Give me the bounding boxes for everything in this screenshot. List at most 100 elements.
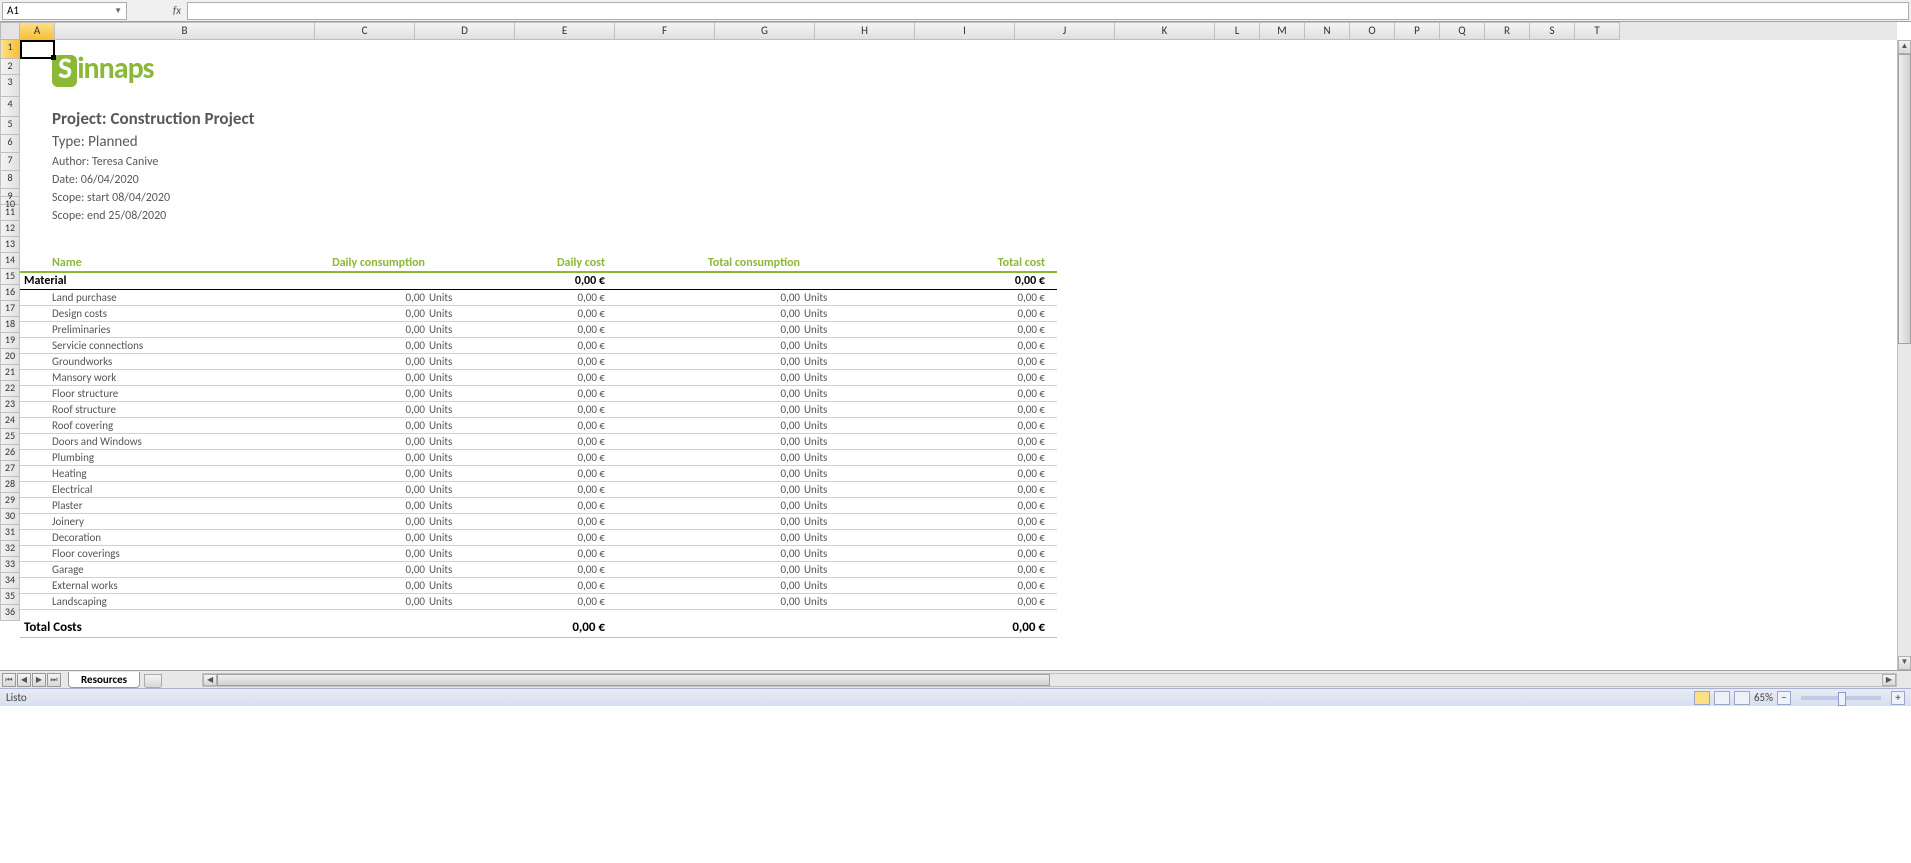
view-normal-icon[interactable] <box>1694 691 1710 705</box>
row-header[interactable]: 29 <box>0 493 20 509</box>
formula-input[interactable] <box>187 2 1909 20</box>
row-header[interactable]: 6 <box>0 135 20 153</box>
row-header[interactable]: 14 <box>0 253 20 269</box>
row-header[interactable]: 36 <box>0 605 20 621</box>
row-header[interactable]: 19 <box>0 333 20 349</box>
project-scope-start: Scope: start 08/04/2020 <box>52 189 254 207</box>
hscroll-thumb[interactable] <box>217 674 1049 686</box>
row-header[interactable]: 10 <box>0 197 20 205</box>
row-header[interactable]: 32 <box>0 541 20 557</box>
column-header[interactable]: E <box>515 22 615 40</box>
row-header[interactable]: 5 <box>0 117 20 135</box>
tab-resources[interactable]: Resources <box>68 672 140 688</box>
row-header[interactable]: 35 <box>0 589 20 605</box>
vscroll-thumb[interactable] <box>1898 54 1911 344</box>
zoom-out-icon[interactable]: − <box>1777 691 1791 705</box>
tab-prev-icon[interactable]: ◀ <box>17 673 31 687</box>
item-total-cost: 0,00 € <box>860 323 1045 336</box>
row-header[interactable]: 2 <box>0 59 20 75</box>
select-all-corner[interactable] <box>0 22 20 40</box>
item-dc-unit: Units <box>425 323 485 336</box>
row-header[interactable]: 28 <box>0 477 20 493</box>
column-header[interactable]: M <box>1260 22 1305 40</box>
table-row: Joinery0,00Units0,00 €0,00Units0,00 € <box>20 514 1057 530</box>
row-header[interactable]: 24 <box>0 413 20 429</box>
column-header[interactable]: I <box>915 22 1015 40</box>
row-header[interactable]: 4 <box>0 97 20 117</box>
scroll-up-icon[interactable]: ▲ <box>1898 40 1911 54</box>
column-header[interactable]: Q <box>1440 22 1485 40</box>
table-row: Plumbing0,00Units0,00 €0,00Units0,00 € <box>20 450 1057 466</box>
row-header[interactable]: 31 <box>0 525 20 541</box>
total-label: Total Costs <box>20 620 285 635</box>
column-header[interactable]: A <box>20 22 55 40</box>
row-header[interactable]: 7 <box>0 153 20 171</box>
row-header[interactable]: 15 <box>0 269 20 285</box>
column-header[interactable]: R <box>1485 22 1530 40</box>
fx-icon[interactable]: fx <box>173 4 181 17</box>
row-header[interactable]: 22 <box>0 381 20 397</box>
scroll-left-icon[interactable]: ◀ <box>203 674 217 686</box>
item-dc-val: 0,00 <box>285 387 425 400</box>
row-header[interactable]: 21 <box>0 365 20 381</box>
scroll-right-icon[interactable]: ▶ <box>1882 674 1896 686</box>
column-header[interactable]: D <box>415 22 515 40</box>
column-header[interactable]: S <box>1530 22 1575 40</box>
logo-s-icon: S <box>52 55 77 87</box>
row-header[interactable]: 25 <box>0 429 20 445</box>
row-header[interactable]: 33 <box>0 557 20 573</box>
row-header[interactable]: 20 <box>0 349 20 365</box>
tabs: Resources <box>68 671 162 689</box>
column-header[interactable]: H <box>815 22 915 40</box>
sheet-area[interactable]: Sinnaps Project: Construction Project Ty… <box>20 40 1897 670</box>
scroll-down-icon[interactable]: ▼ <box>1898 656 1911 670</box>
item-name: Roof covering <box>20 419 285 432</box>
row-header[interactable]: 16 <box>0 285 20 301</box>
item-tc-val: 0,00 <box>605 515 800 528</box>
row-header[interactable]: 12 <box>0 221 20 237</box>
column-header[interactable]: T <box>1575 22 1620 40</box>
row-header[interactable]: 23 <box>0 397 20 413</box>
item-tc-val: 0,00 <box>605 371 800 384</box>
column-header[interactable]: N <box>1305 22 1350 40</box>
row-header[interactable]: 13 <box>0 237 20 253</box>
row-header[interactable]: 8 <box>0 171 20 189</box>
horizontal-scrollbar[interactable]: ◀ ▶ <box>202 673 1897 687</box>
view-pagebreak-icon[interactable] <box>1734 691 1750 705</box>
column-header[interactable]: C <box>315 22 415 40</box>
column-header[interactable]: B <box>55 22 315 40</box>
item-dc-val: 0,00 <box>285 403 425 416</box>
row-header[interactable]: 1 <box>0 40 20 59</box>
item-total-cost: 0,00 € <box>860 403 1045 416</box>
vertical-scrollbar[interactable]: ▲ ▼ <box>1897 40 1911 670</box>
column-header[interactable]: F <box>615 22 715 40</box>
tab-last-icon[interactable]: ⏭ <box>47 673 61 687</box>
row-header[interactable]: 27 <box>0 461 20 477</box>
row-header[interactable]: 9 <box>0 189 20 197</box>
column-header[interactable]: G <box>715 22 815 40</box>
tab-first-icon[interactable]: ⏮ <box>2 673 16 687</box>
hscroll-track[interactable] <box>217 674 1882 686</box>
row-header[interactable]: 11 <box>0 205 20 221</box>
item-tc-unit: Units <box>800 291 860 304</box>
zoom-in-icon[interactable]: + <box>1891 691 1905 705</box>
item-tc-unit: Units <box>800 547 860 560</box>
row-header[interactable]: 26 <box>0 445 20 461</box>
name-box[interactable]: A1 ▼ <box>2 2 127 20</box>
row-header[interactable]: 30 <box>0 509 20 525</box>
row-header[interactable]: 17 <box>0 301 20 317</box>
new-sheet-icon[interactable] <box>144 674 162 688</box>
column-header[interactable]: O <box>1350 22 1395 40</box>
tab-next-icon[interactable]: ▶ <box>32 673 46 687</box>
column-header[interactable]: P <box>1395 22 1440 40</box>
project-type: Type: Planned <box>52 133 254 151</box>
column-header[interactable]: J <box>1015 22 1115 40</box>
column-header[interactable]: K <box>1115 22 1215 40</box>
view-layout-icon[interactable] <box>1714 691 1730 705</box>
column-header[interactable]: L <box>1215 22 1260 40</box>
zoom-slider[interactable] <box>1801 696 1881 700</box>
item-total-cost: 0,00 € <box>860 339 1045 352</box>
row-header[interactable]: 34 <box>0 573 20 589</box>
row-header[interactable]: 3 <box>0 75 20 97</box>
row-header[interactable]: 18 <box>0 317 20 333</box>
